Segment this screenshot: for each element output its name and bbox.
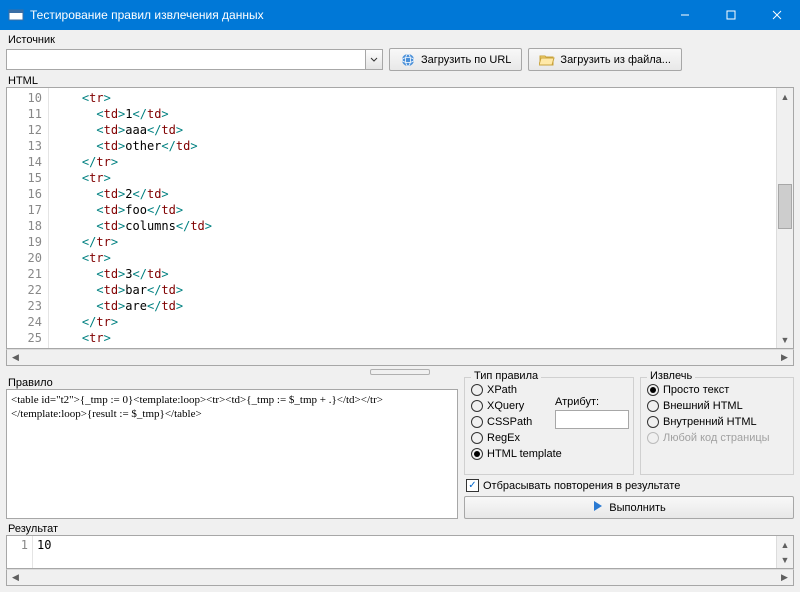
vertical-scrollbar[interactable]: ▲ ▼ <box>776 88 793 348</box>
folder-open-icon <box>539 52 555 68</box>
html-editor[interactable]: 10 11 12 13 14 15 16 17 18 19 20 21 22 2… <box>6 87 794 349</box>
html-section: HTML 10 11 12 13 14 15 16 17 18 19 20 21… <box>6 75 794 366</box>
radio-icon <box>647 400 659 412</box>
source-row: Источник Загрузить по URL <box>6 34 794 71</box>
rule-label: Правило <box>6 377 458 389</box>
radio-extract-внутренний-html[interactable]: Внутренний HTML <box>647 414 787 430</box>
result-section: Результат 1 10 ▲ ▼ ◀ ▶ <box>6 523 794 586</box>
radio-extract-просто-текст[interactable]: Просто текст <box>647 382 787 398</box>
result-gutter: 1 <box>7 536 33 568</box>
checkbox-icon: ✓ <box>466 479 479 492</box>
content-area: Источник Загрузить по URL <box>0 30 800 592</box>
close-button[interactable] <box>754 0 800 30</box>
scroll-down-icon[interactable]: ▼ <box>777 331 793 348</box>
load-url-button[interactable]: Загрузить по URL <box>389 48 522 71</box>
line-gutter: 10 11 12 13 14 15 16 17 18 19 20 21 22 2… <box>7 88 49 348</box>
source-label: Источник <box>6 34 794 46</box>
radio-icon <box>647 416 659 428</box>
radio-extract-внешний-html[interactable]: Внешний HTML <box>647 398 787 414</box>
app-window: Тестирование правил извлечения данных Ис… <box>0 0 800 592</box>
result-editor[interactable]: 1 10 ▲ ▼ <box>6 535 794 569</box>
play-icon <box>592 500 604 515</box>
radio-icon <box>471 432 483 444</box>
result-text: 10 <box>33 536 55 568</box>
result-horizontal-scrollbar[interactable]: ◀ ▶ <box>6 569 794 586</box>
source-combobox[interactable] <box>6 49 383 70</box>
chevron-down-icon[interactable] <box>365 50 382 69</box>
code-view[interactable]: <tr> <td>1</td> <td>aaa</td> <td>other</… <box>49 88 776 348</box>
rule-textarea[interactable]: <table id="t2">{_tmp := 0}<template:loop… <box>6 389 458 519</box>
radio-html-template[interactable]: HTML template <box>471 446 627 462</box>
scroll-up-icon[interactable]: ▲ <box>777 88 793 105</box>
titlebar[interactable]: Тестирование правил извлечения данных <box>0 0 800 30</box>
run-button[interactable]: Выполнить <box>464 496 794 519</box>
result-label: Результат <box>6 523 794 535</box>
radio-icon <box>471 400 483 412</box>
scroll-right-icon[interactable]: ▶ <box>776 350 793 365</box>
minimize-button[interactable] <box>662 0 708 30</box>
radio-extract-любой-код-страницы: Любой код страницы <box>647 430 787 446</box>
globe-icon <box>400 52 416 68</box>
html-label: HTML <box>6 75 794 87</box>
rule-section: Правило <table id="t2">{_tmp := 0}<templ… <box>6 377 794 519</box>
rule-type-title: Тип правила <box>471 370 541 382</box>
discard-duplicates-checkbox[interactable]: ✓ Отбрасывать повторения в результате <box>464 478 794 493</box>
radio-icon <box>471 448 483 460</box>
load-file-button[interactable]: Загрузить из файла... <box>528 48 682 71</box>
rule-type-group: Тип правила XPathXQueryCSSPathRegExHTML … <box>464 377 634 475</box>
extract-title: Извлечь <box>647 370 695 382</box>
maximize-button[interactable] <box>708 0 754 30</box>
radio-icon <box>471 416 483 428</box>
horizontal-scrollbar[interactable]: ◀ ▶ <box>6 349 794 366</box>
window-title: Тестирование правил извлечения данных <box>30 8 662 22</box>
result-vertical-scrollbar[interactable]: ▲ ▼ <box>776 536 793 568</box>
extract-group: Извлечь Просто текстВнешний HTMLВнутренн… <box>640 377 794 475</box>
radio-icon <box>647 432 659 444</box>
attribute-label: Атрибут: <box>555 396 629 408</box>
scroll-thumb[interactable] <box>778 184 792 229</box>
radio-icon <box>647 384 659 396</box>
radio-icon <box>471 384 483 396</box>
radio-regex[interactable]: RegEx <box>471 430 627 446</box>
attribute-input[interactable] <box>555 410 629 429</box>
scroll-left-icon[interactable]: ◀ <box>7 350 24 365</box>
app-icon <box>8 7 24 23</box>
